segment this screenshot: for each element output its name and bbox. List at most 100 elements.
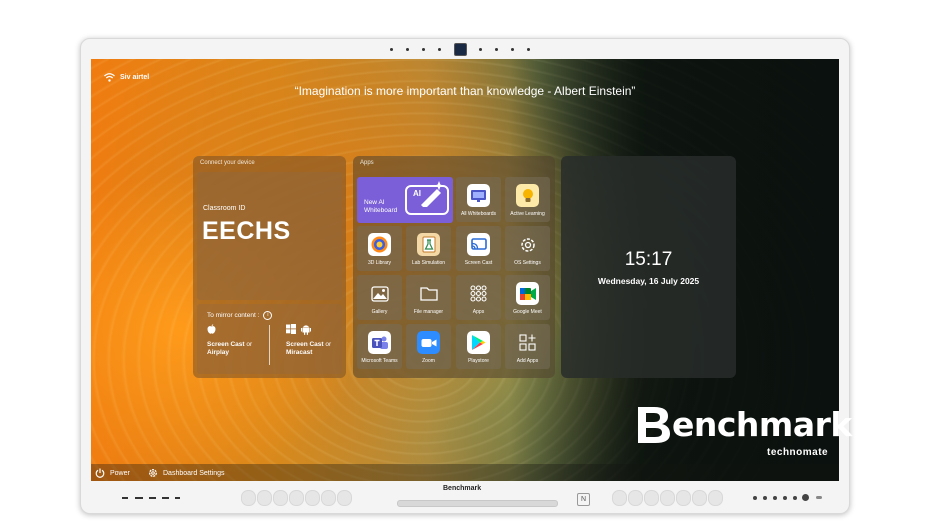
- sensor-dot: [511, 47, 515, 51]
- bezel-button[interactable]: [122, 497, 128, 499]
- bezel-button[interactable]: [135, 497, 143, 499]
- app-label: Playstore: [468, 358, 489, 364]
- new-ai-whiteboard-tile[interactable]: New AI Whiteboard AI: [357, 177, 453, 223]
- apple-method-a: Screen Cast: [207, 341, 245, 348]
- brand-logo: enchmark technomate: [634, 405, 852, 458]
- sensor-dot: [527, 47, 530, 51]
- app-tile-lab-simulation[interactable]: Lab Simulation: [406, 226, 451, 271]
- app-label: Gallery: [371, 309, 388, 315]
- android-method-a: Screen Cast: [286, 341, 324, 348]
- port: [676, 490, 691, 506]
- app-label: Microsoft Teams: [361, 358, 398, 364]
- port: [612, 490, 627, 506]
- teams-icon: [368, 331, 391, 354]
- camera-bar: [390, 42, 530, 56]
- clock-time: 15:17: [624, 249, 673, 270]
- app-tile-gallery[interactable]: Gallery: [357, 275, 402, 320]
- cast-icon: [467, 233, 490, 256]
- gear-icon: [149, 469, 157, 477]
- dashboard-settings-label: Dashboard Settings: [163, 469, 225, 477]
- bezel-dot-button[interactable]: [783, 496, 787, 500]
- android-or: or: [323, 341, 332, 348]
- clock-panel: 15:17 Wednesday, 16 July 2025: [561, 156, 736, 378]
- brand-name: enchmark: [672, 405, 852, 444]
- app-tile-google-meet[interactable]: Google Meet: [505, 275, 550, 320]
- port: [257, 490, 272, 506]
- port: [321, 490, 336, 506]
- bezel-dot-button[interactable]: [793, 496, 797, 500]
- bezel-indicator-light: [816, 496, 822, 499]
- gallery-icon: [368, 282, 391, 305]
- wifi-icon: [104, 73, 115, 82]
- bezel-logo: Benchmark: [443, 485, 482, 492]
- bezel-button[interactable]: [149, 497, 156, 499]
- brand-b-icon: [634, 405, 672, 450]
- android-method-b: Miracast: [286, 349, 313, 356]
- brand-sub: technomate: [767, 447, 829, 458]
- sensor-dot: [437, 47, 441, 51]
- apple-icon: [207, 324, 216, 334]
- google-meet-icon: [516, 282, 539, 305]
- power-button[interactable]: Power: [95, 468, 130, 478]
- app-tile-screen-cast[interactable]: Screen Cast: [456, 226, 501, 271]
- apple-method-b: Airplay: [207, 349, 230, 356]
- windows-icon: [286, 324, 296, 337]
- network-name: Siv airtel: [120, 74, 150, 81]
- dashboard-settings-button[interactable]: Dashboard Settings: [148, 468, 224, 478]
- apps-panel: Apps New AI Whiteboard AI All Whiteboard…: [353, 156, 555, 378]
- android-icon: [300, 324, 311, 338]
- connect-panel: Connect your device Classroom ID EECHS T…: [193, 156, 346, 378]
- app-tile-microsoft-teams[interactable]: Microsoft Teams: [357, 324, 402, 369]
- mirror-label-text: To mirror content :: [207, 312, 260, 319]
- bezel-dot-button[interactable]: [753, 496, 757, 500]
- whiteboard-label: New AI Whiteboard: [364, 199, 398, 214]
- lab-icon: [417, 233, 440, 256]
- sensor-dot: [405, 47, 409, 51]
- clock-date: Wednesday, 16 July 2025: [597, 276, 700, 286]
- pen-tray: [397, 500, 558, 507]
- wifi-status[interactable]: Siv airtel: [104, 73, 149, 82]
- mirror-divider: [269, 325, 270, 365]
- app-tile-playstore[interactable]: Playstore: [456, 324, 501, 369]
- port: [660, 490, 675, 506]
- port: [305, 490, 320, 506]
- sensor-dot: [421, 47, 425, 51]
- sensor-dot: [390, 47, 393, 51]
- bezel-button[interactable]: [162, 497, 169, 499]
- daily-quote: “Imagination is more important than know…: [294, 84, 636, 98]
- apps-grid-icon: [467, 282, 490, 305]
- app-tile-apps[interactable]: Apps: [456, 275, 501, 320]
- whiteboard-icon: [467, 184, 490, 207]
- sensor-dot: [479, 47, 483, 51]
- bezel-dot-button[interactable]: [763, 496, 767, 500]
- app-label: Screen Cast: [464, 260, 493, 266]
- app-label: Google Meet: [513, 309, 542, 315]
- android-mirror-option[interactable]: Screen Cast or Miracast: [286, 324, 331, 357]
- port: [628, 490, 643, 506]
- app-label: OS Settings: [514, 260, 541, 266]
- app-tile-all-whiteboards[interactable]: All Whiteboards: [456, 177, 501, 222]
- bezel-dot-button[interactable]: [773, 496, 777, 500]
- app-label: All Whiteboards: [460, 211, 496, 217]
- power-icon: [95, 468, 105, 478]
- info-icon[interactable]: i: [263, 311, 273, 320]
- app-tile-zoom[interactable]: Zoom: [406, 324, 451, 369]
- app-tile-3d-library[interactable]: 3D Library: [357, 226, 402, 271]
- app-tile-os-settings[interactable]: OS Settings: [505, 226, 550, 271]
- panel-title: Apps: [360, 160, 374, 166]
- apple-mirror-option[interactable]: Screen Cast or Airplay: [207, 324, 252, 357]
- bezel-power-button[interactable]: [802, 494, 809, 501]
- app-label: Apps: [472, 309, 485, 315]
- bezel-button[interactable]: [175, 497, 180, 499]
- app-tile-active-learning[interactable]: Active Learning: [505, 177, 550, 222]
- folder-icon: [417, 282, 440, 305]
- add-apps-icon: [516, 331, 539, 354]
- app-label: File manager: [413, 309, 444, 315]
- app-label: Active Learning: [510, 211, 545, 217]
- right-port-group: [612, 490, 723, 506]
- app-tile-file-manager[interactable]: File manager: [406, 275, 451, 320]
- power-label: Power: [110, 469, 130, 477]
- app-tile-add-apps[interactable]: Add Apps: [505, 324, 550, 369]
- camera-icon: [453, 42, 467, 56]
- lightbulb-icon: [516, 184, 539, 207]
